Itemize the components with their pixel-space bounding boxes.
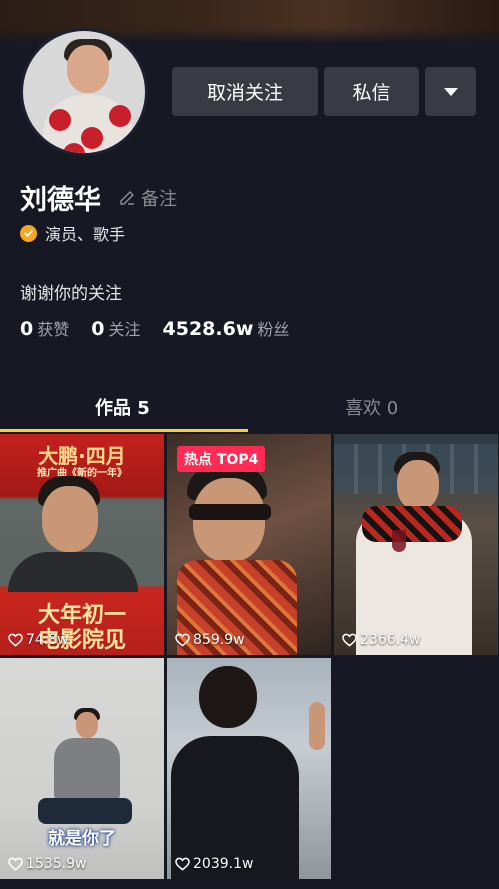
like-count: 859.9w bbox=[175, 632, 245, 648]
thumbnail-figure bbox=[42, 486, 98, 552]
tab-works[interactable]: 作品 5 bbox=[95, 394, 150, 420]
verification-info: 演员、歌手 bbox=[20, 221, 125, 245]
stat-following[interactable]: 0 关注 bbox=[91, 316, 140, 340]
avatar-face bbox=[67, 45, 109, 93]
thumbnail-figure bbox=[76, 712, 98, 738]
remark-label: 备注 bbox=[141, 189, 177, 210]
stat-label: 关注 bbox=[108, 320, 141, 339]
like-count-value: 859.9w bbox=[193, 632, 245, 648]
thumbnail-figure bbox=[397, 460, 439, 510]
like-count: 2366.4w bbox=[342, 632, 420, 648]
avatar-flower-pattern bbox=[81, 127, 103, 149]
stat-value: 0 bbox=[20, 318, 34, 340]
video-thumbnail[interactable]: 大鹏·四月 推广曲《新的一年》 大年初一 电影院见 74.8w bbox=[0, 434, 164, 655]
wine-glass bbox=[392, 530, 406, 552]
stat-likes-received[interactable]: 0 获赞 bbox=[20, 316, 69, 340]
like-count-value: 74.8w bbox=[26, 632, 69, 648]
profile-name: 刘德华 bbox=[20, 185, 101, 216]
stat-followers[interactable]: 4528.6w 粉丝 bbox=[163, 316, 290, 340]
avatar[interactable] bbox=[20, 28, 148, 156]
thumbnail-figure bbox=[8, 552, 138, 592]
like-count: 74.8w bbox=[8, 632, 69, 648]
video-thumbnail[interactable]: 就是你了 1535.9w bbox=[0, 658, 164, 879]
like-count-value: 2039.1w bbox=[193, 856, 254, 872]
thumbnail-sunglasses bbox=[189, 504, 271, 520]
like-count: 2039.1w bbox=[175, 856, 253, 872]
message-button[interactable]: 私信 bbox=[324, 67, 419, 116]
thumbnail-scarf bbox=[362, 506, 462, 542]
like-count-value: 2366.4w bbox=[360, 632, 421, 648]
unfollow-button[interactable]: 取消关注 bbox=[172, 67, 318, 116]
stat-value: 0 bbox=[91, 318, 105, 340]
stat-label: 获赞 bbox=[37, 320, 70, 339]
stat-label: 粉丝 bbox=[257, 320, 290, 339]
thumbnail-caption: 就是你了 bbox=[48, 829, 116, 849]
unfollow-button-label: 取消关注 bbox=[206, 82, 283, 104]
thumbnail-figure bbox=[309, 702, 325, 750]
heart-icon bbox=[8, 633, 23, 647]
avatar-flower-pattern bbox=[49, 109, 71, 131]
verified-check-icon bbox=[20, 224, 37, 242]
thumbnail-figure bbox=[193, 478, 265, 562]
tab-likes[interactable]: 喜欢 0 bbox=[345, 394, 398, 420]
heart-icon bbox=[8, 857, 23, 871]
video-thumbnail[interactable]: 2366.4w bbox=[334, 434, 498, 655]
avatar-flower-pattern bbox=[109, 105, 131, 127]
video-thumbnail[interactable]: 2039.1w bbox=[167, 658, 331, 879]
thumbnail-figure bbox=[38, 798, 132, 824]
profile-bio: 谢谢你的关注 bbox=[20, 284, 122, 304]
like-count-value: 1535.9w bbox=[26, 856, 87, 872]
remark-button[interactable]: 备注 bbox=[118, 185, 177, 211]
active-tab-indicator bbox=[0, 429, 248, 432]
stat-value: 4528.6w bbox=[162, 318, 254, 340]
heart-icon bbox=[175, 633, 190, 647]
thumbnail-figure bbox=[199, 666, 257, 728]
pencil-icon bbox=[120, 191, 134, 205]
profile-stats: 0 获赞 0 关注 4528.6w 粉丝 bbox=[20, 316, 311, 340]
heart-icon bbox=[175, 857, 190, 871]
verification-text: 演员、歌手 bbox=[45, 225, 126, 244]
heart-icon bbox=[342, 633, 357, 647]
message-button-label: 私信 bbox=[352, 82, 391, 104]
like-count: 1535.9w bbox=[8, 856, 86, 872]
thumbnail-figure bbox=[54, 738, 120, 802]
hot-badge: 热点 TOP4 bbox=[177, 446, 266, 472]
caret-down-icon bbox=[443, 87, 458, 96]
video-thumbnail[interactable]: 热点 TOP4 859.9w bbox=[167, 434, 331, 655]
more-button[interactable] bbox=[425, 67, 476, 116]
